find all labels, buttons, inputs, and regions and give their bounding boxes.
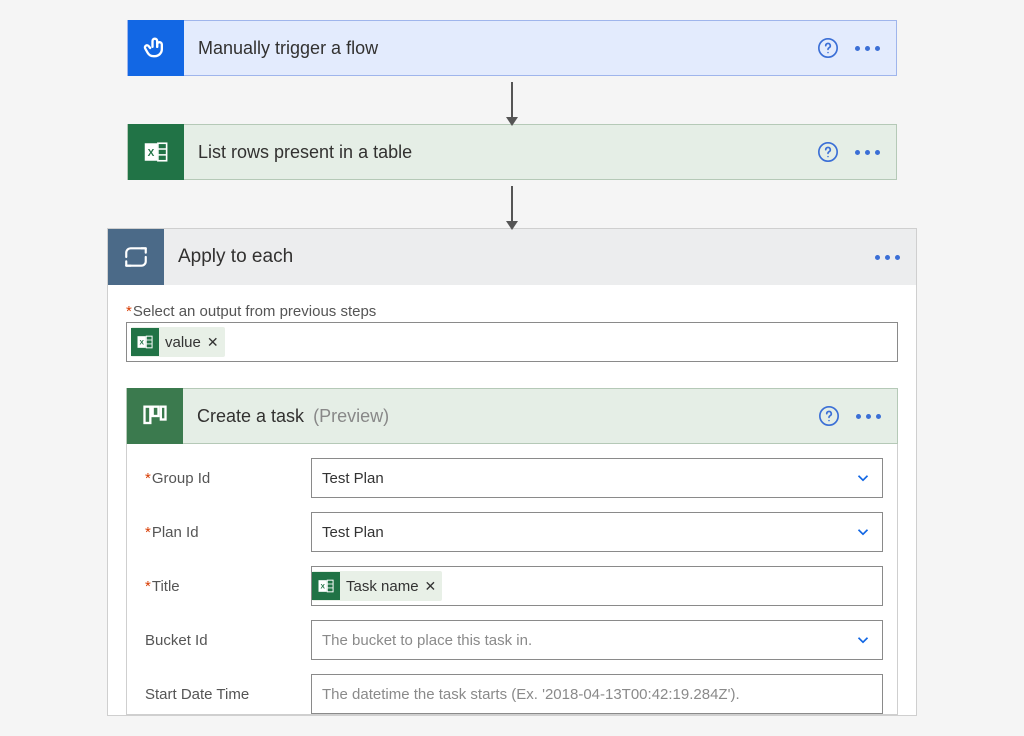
title-label: *Title bbox=[141, 578, 301, 595]
more-icon[interactable] bbox=[855, 46, 880, 51]
step-title: Apply to each bbox=[164, 246, 875, 268]
touch-icon bbox=[128, 20, 184, 76]
step-title: Create a task (Preview) bbox=[183, 406, 818, 427]
svg-text:X: X bbox=[320, 584, 325, 591]
token-remove-icon[interactable]: ✕ bbox=[425, 578, 437, 595]
excel-icon: X bbox=[312, 572, 340, 600]
select-placeholder: The bucket to place this task in. bbox=[322, 632, 532, 649]
step-list-rows[interactable]: X List rows present in a table bbox=[127, 124, 897, 180]
step-title: List rows present in a table bbox=[184, 142, 817, 163]
select-output-label: *Select an output from previous steps bbox=[126, 303, 898, 320]
start-date-input[interactable]: The datetime the task starts (Ex. '2018-… bbox=[311, 674, 883, 714]
chevron-down-icon bbox=[854, 469, 872, 487]
connector-arrow bbox=[511, 186, 513, 224]
select-output-input[interactable]: X value ✕ bbox=[126, 322, 898, 362]
token-remove-icon[interactable]: ✕ bbox=[207, 334, 219, 351]
help-icon[interactable] bbox=[817, 37, 839, 59]
start-date-label: Start Date Time bbox=[141, 686, 301, 703]
loop-icon bbox=[108, 229, 164, 285]
plan-id-select[interactable]: Test Plan bbox=[311, 512, 883, 552]
excel-icon: X bbox=[131, 328, 159, 356]
group-id-label: *Group Id bbox=[141, 470, 301, 487]
svg-text:X: X bbox=[139, 340, 144, 347]
chevron-down-icon bbox=[854, 631, 872, 649]
dynamic-token-value[interactable]: X value ✕ bbox=[131, 327, 225, 357]
token-label: Task name bbox=[346, 578, 419, 595]
apply-to-each-container: Apply to each *Select an output from pre… bbox=[107, 228, 917, 716]
step-create-task[interactable]: Create a task (Preview) bbox=[126, 388, 898, 444]
bucket-id-select[interactable]: The bucket to place this task in. bbox=[311, 620, 883, 660]
preview-tag: (Preview) bbox=[313, 406, 389, 426]
select-value: Test Plan bbox=[322, 524, 384, 541]
help-icon[interactable] bbox=[818, 405, 840, 427]
create-task-body: *Group Id Test Plan *Plan Id Tes bbox=[126, 444, 898, 715]
chevron-down-icon bbox=[854, 523, 872, 541]
more-icon[interactable] bbox=[855, 150, 880, 155]
svg-text:X: X bbox=[148, 148, 155, 159]
bucket-id-label: Bucket Id bbox=[141, 632, 301, 649]
select-value: Test Plan bbox=[322, 470, 384, 487]
excel-icon: X bbox=[128, 124, 184, 180]
more-icon[interactable] bbox=[875, 255, 900, 260]
input-placeholder: The datetime the task starts (Ex. '2018-… bbox=[322, 686, 740, 703]
more-icon[interactable] bbox=[856, 414, 881, 419]
title-input[interactable]: X Task name ✕ bbox=[311, 566, 883, 606]
token-label: value bbox=[165, 334, 201, 351]
connector-arrow bbox=[511, 82, 513, 120]
step-title: Manually trigger a flow bbox=[184, 38, 817, 59]
group-id-select[interactable]: Test Plan bbox=[311, 458, 883, 498]
step-manually-trigger[interactable]: Manually trigger a flow bbox=[127, 20, 897, 76]
plan-id-label: *Plan Id bbox=[141, 524, 301, 541]
planner-icon bbox=[127, 388, 183, 444]
help-icon[interactable] bbox=[817, 141, 839, 163]
dynamic-token-taskname[interactable]: X Task name ✕ bbox=[312, 571, 442, 601]
step-apply-to-each[interactable]: Apply to each bbox=[108, 229, 916, 285]
